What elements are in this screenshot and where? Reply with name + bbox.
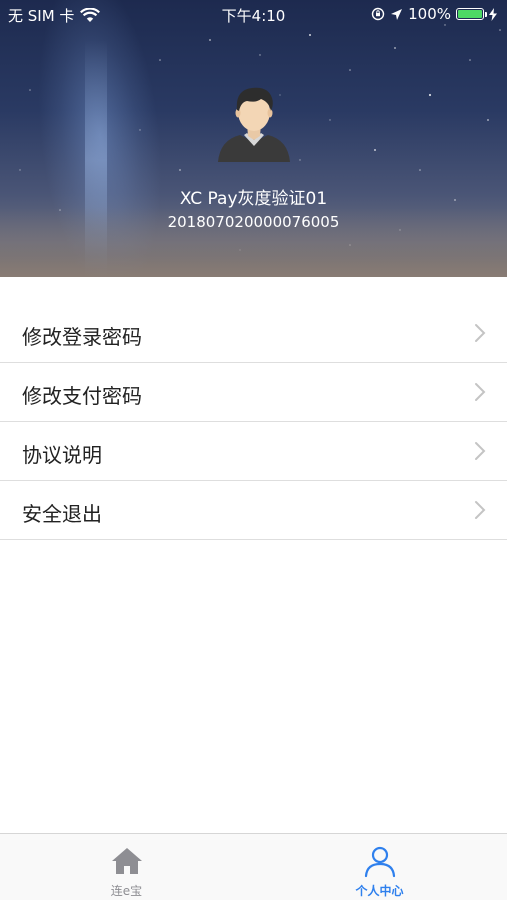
battery-fill [458, 10, 482, 18]
status-right: 100% [371, 5, 497, 23]
chevron-right-icon [475, 442, 486, 460]
menu-item-label: 安全退出 [22, 502, 102, 526]
battery-percent: 100% [408, 5, 451, 23]
menu-item-label: 修改登录密码 [22, 325, 142, 349]
menu-item-label: 修改支付密码 [22, 384, 142, 408]
tab-label: 连e宝 [110, 884, 143, 898]
profile-name: XC Pay灰度验证01 [179, 189, 328, 209]
battery-icon [456, 8, 487, 20]
menu-item-logout[interactable]: 安全退出 [0, 481, 507, 540]
user-avatar-icon [218, 87, 290, 162]
menu-item-label: 协议说明 [22, 443, 102, 467]
chevron-right-icon [475, 501, 486, 519]
menu-item-change-login-password[interactable]: 修改登录密码 [0, 304, 507, 363]
chevron-right-icon [475, 324, 486, 342]
home-icon [111, 848, 142, 874]
status-bar: 无 SIM 卡 下午4:10 100% [0, 0, 507, 30]
menu-item-agreement[interactable]: 协议说明 [0, 422, 507, 481]
tab-label: 个人中心 [355, 884, 404, 898]
chevron-right-icon [475, 383, 486, 401]
profile-id: 201807020000076005 [167, 213, 340, 231]
screen: 无 SIM 卡 下午4:10 100% XC Pay灰度验证01 2018070… [0, 0, 507, 900]
tab-bar: 连e宝 个人中心 [0, 833, 507, 900]
menu-item-change-pay-password[interactable]: 修改支付密码 [0, 363, 507, 422]
tab-personal-center[interactable]: 个人中心 [253, 834, 506, 900]
charging-bolt-icon [489, 7, 497, 21]
person-icon [364, 846, 395, 878]
location-arrow-icon [391, 8, 403, 20]
settings-menu: 修改登录密码 修改支付密码 协议说明 安全退出 [0, 304, 507, 540]
orientation-lock-icon [371, 7, 385, 21]
tab-home[interactable]: 连e宝 [0, 834, 253, 900]
